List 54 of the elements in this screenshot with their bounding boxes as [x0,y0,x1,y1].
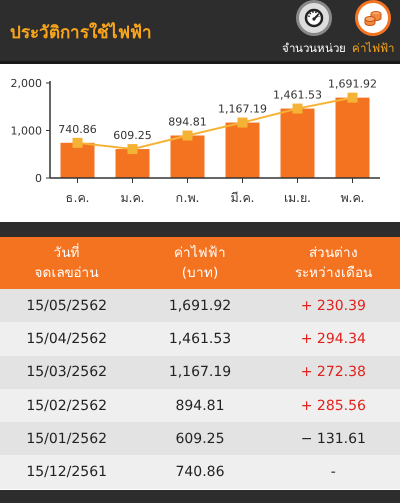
point-marker [128,144,138,154]
value-label: 1,691.92 [328,78,377,91]
difference-cell: + 285.56 [300,398,366,414]
y-tick-label: 0 [35,172,42,185]
bar [226,122,260,178]
gauge-icon [304,8,324,28]
y-tick-label: 1,000 [10,124,42,138]
difference-cell: − 131.61 [300,430,366,447]
column-header: (บาท) [182,264,218,283]
x-tick-label: มี.ค. [230,190,254,205]
date-cell: 15/03/2562 [26,364,108,380]
column-header: ค่าไฟฟ้า [174,244,226,263]
value-label: 740.86 [58,122,97,136]
difference-cell: - [330,464,336,480]
difference-cell: + 272.38 [300,364,366,380]
date-cell: 15/05/2562 [26,298,108,314]
bar [170,136,204,178]
y-tick-label: 2,000 [10,77,42,90]
cost-cell: 740.86 [175,464,224,480]
column-header: จดเลขอ่าน [34,264,99,283]
x-tick-label: ม.ค. [120,190,144,205]
bar [116,149,150,178]
page-title: ประวัติการใช้ไฟฟ้า [10,21,152,45]
x-tick-label: ธ.ค. [66,190,90,205]
point-marker [348,92,358,103]
cost-cell: 1,167.19 [168,364,232,380]
cost-cell: 609.25 [175,430,224,447]
value-label: 609.25 [113,129,152,142]
date-cell: 15/01/2562 [26,430,108,447]
difference-cell: + 294.34 [300,330,366,347]
bar [60,142,94,178]
view-toggle[interactable]: จำนวนหน่วย [282,0,346,57]
x-tick-label: ก.พ. [176,190,200,205]
x-tick-label: พ.ค. [340,190,364,205]
point-marker [182,130,192,140]
x-tick-label: เม.ย. [284,190,311,205]
point-marker [72,138,82,148]
cost-cell: 894.81 [175,398,224,414]
coins-icon [363,8,383,28]
value-label: 1,167.19 [218,102,267,116]
value-label: 1,461.53 [273,88,322,102]
column-header: ส่วนต่าง [308,244,358,263]
column-header: ระหว่างเดือน [294,264,372,283]
date-cell: 15/04/2562 [26,330,108,347]
point-marker [238,118,248,128]
cost-cell: 1,461.53 [168,330,232,347]
date-cell: 15/12/2561 [26,464,108,480]
date-cell: 15/02/2562 [26,398,108,414]
value-label: 894.81 [168,116,207,128]
difference-cell: + 230.39 [300,298,366,314]
point-marker [292,104,302,114]
bar [280,108,314,178]
cost-cell: 1,691.92 [168,298,232,314]
column-header: วันที่ [54,243,80,263]
